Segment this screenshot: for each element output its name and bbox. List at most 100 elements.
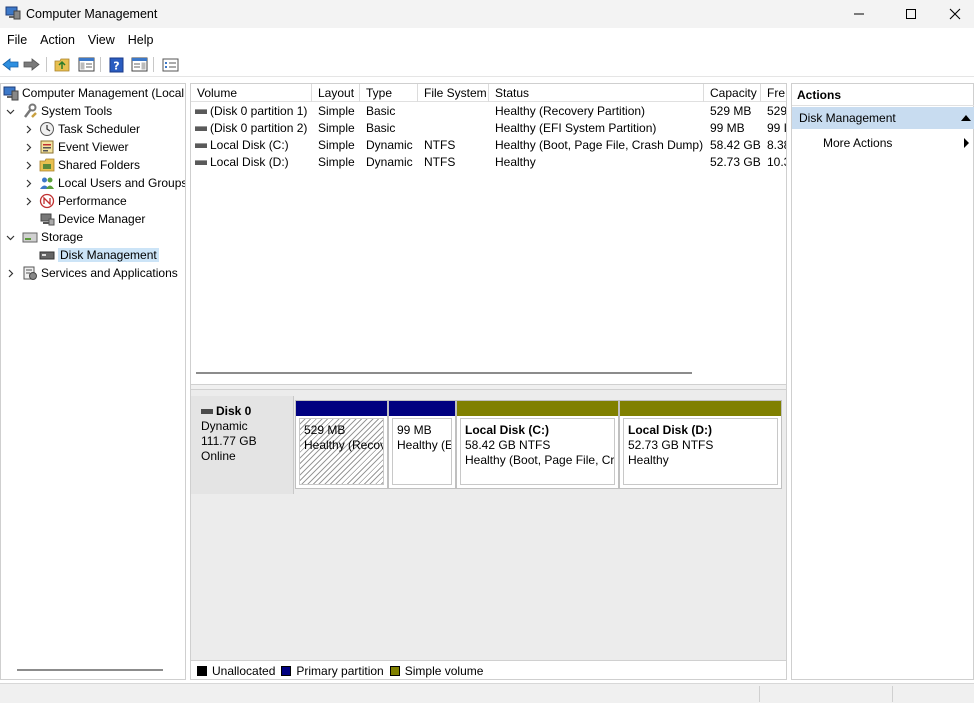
collapse-chevron-icon[interactable] (23, 160, 33, 170)
column-header-status[interactable]: Status (489, 84, 704, 102)
cell-capacity: 58.42 GB (710, 138, 761, 152)
tools-icon (22, 103, 38, 119)
volume-icon (195, 159, 207, 165)
menu-help[interactable]: Help (121, 29, 160, 51)
partition-size: 58.42 GB NTFS (465, 438, 551, 452)
column-header-capacity[interactable]: Capacity (704, 84, 761, 102)
users-icon (39, 175, 55, 191)
column-header-layout[interactable]: Layout (312, 84, 360, 102)
column-header-free-space[interactable]: Fre (761, 84, 786, 102)
cell-layout: Simple (318, 155, 355, 169)
cell-layout: Simple (318, 138, 355, 152)
cell-free-space: 10.3 (767, 155, 786, 169)
tree-item-label: Local Users and Groups (58, 176, 186, 190)
cell-capacity: 99 MB (710, 121, 745, 135)
cell-type: Basic (366, 121, 396, 135)
tree-item-label: Storage (41, 230, 84, 244)
tree-item-shared-folders[interactable]: Shared Folders (23, 156, 140, 174)
performance-icon (39, 193, 55, 209)
forward-arrow-icon (23, 58, 40, 71)
tree-item-system-tools[interactable]: System Tools (5, 102, 112, 120)
table-row[interactable]: (Disk 0 partition 2) Simple Basic Health… (191, 120, 786, 137)
menu-action[interactable]: Action (33, 29, 81, 51)
expand-chevron-icon[interactable] (5, 106, 15, 116)
up-level-button[interactable] (53, 56, 71, 73)
toolbar-separator (46, 57, 47, 72)
table-row[interactable]: Local Disk (D:) Simple Dynamic NTFS Heal… (191, 154, 786, 171)
partition-recovery[interactable]: 529 MB Healthy (Recov (295, 400, 388, 489)
column-header-file-system[interactable]: File System (418, 84, 489, 102)
cell-status: Healthy (Recovery Partition) (495, 104, 646, 118)
collapse-up-icon[interactable] (961, 115, 971, 121)
legend-swatch (389, 666, 400, 676)
menu-view[interactable]: View (81, 29, 121, 51)
cell-file-system: NTFS (424, 138, 456, 152)
tree-item-device-manager[interactable]: Device Manager (23, 210, 145, 228)
partition-color-band (296, 401, 387, 416)
tree-item-local-users-and-groups[interactable]: Local Users and Groups (23, 174, 186, 192)
table-row[interactable]: Local Disk (C:) Simple Dynamic NTFS Heal… (191, 137, 786, 154)
tree-item-services-and-applications[interactable]: Services and Applications (5, 264, 178, 282)
more-actions-item[interactable]: More Actions (792, 132, 974, 154)
menu-file[interactable]: File (0, 29, 33, 51)
cell-volume: Local Disk (D:) (210, 155, 289, 169)
expand-chevron-icon[interactable] (5, 232, 15, 242)
computer-management-icon (5, 6, 21, 20)
disk-type: Dynamic (201, 419, 248, 433)
disk-legend: Unallocated Primary partition Simple vol… (191, 660, 786, 679)
forward-button[interactable] (22, 56, 40, 73)
properties-button[interactable] (161, 56, 179, 73)
column-header-type[interactable]: Type (360, 84, 418, 102)
disk-0-label[interactable]: Disk 0 Dynamic 111.77 GB Online (191, 396, 294, 494)
cell-capacity: 52.73 GB (710, 155, 761, 169)
partition-status: Healthy (Recov (304, 438, 384, 452)
properties-icon (162, 58, 178, 71)
cell-type: Dynamic (366, 155, 413, 169)
help-button[interactable]: ? (107, 56, 125, 73)
legend-swatch (197, 666, 207, 676)
legend-label: Unallocated (212, 664, 276, 678)
disk-management-icon (39, 247, 55, 263)
cell-volume: (Disk 0 partition 2) (210, 121, 308, 135)
table-row[interactable]: (Disk 0 partition 1) Simple Basic Health… (191, 103, 786, 120)
volume-list-horizontal-scrollbar[interactable] (196, 372, 692, 374)
tree-item-disk-management[interactable]: Disk Management (23, 246, 159, 264)
partition-efi[interactable]: 99 MB Healthy (E (388, 400, 456, 489)
partition-color-band (389, 401, 455, 416)
clock-icon (39, 121, 55, 137)
back-button[interactable] (1, 56, 19, 73)
minimize-button[interactable] (836, 0, 882, 28)
show-hide-action-pane-button[interactable] (130, 56, 148, 73)
tree-horizontal-scrollbar[interactable] (17, 669, 163, 671)
tree-item-event-viewer[interactable]: Event Viewer (23, 138, 128, 156)
collapse-chevron-icon[interactable] (23, 142, 33, 152)
tree-item-task-scheduler[interactable]: Task Scheduler (23, 120, 140, 138)
close-button[interactable] (932, 0, 974, 28)
partition-status: Healthy (Boot, Page File, Cra (465, 453, 615, 467)
menu-bar: File Action View Help (0, 29, 974, 51)
column-header-volume[interactable]: Volume (191, 84, 312, 102)
volume-icon (195, 142, 207, 148)
collapse-chevron-icon[interactable] (5, 268, 15, 278)
partition-local-disk-d[interactable]: Local Disk (D:) 52.73 GB NTFS Healthy (619, 400, 782, 489)
collapse-chevron-icon[interactable] (23, 196, 33, 206)
collapse-chevron-icon[interactable] (23, 124, 33, 134)
tree-item-label: Shared Folders (58, 158, 141, 172)
maximize-button[interactable] (888, 0, 934, 28)
tree-item-label: System Tools (41, 104, 113, 118)
partition-local-disk-c[interactable]: Local Disk (C:) 58.42 GB NTFS Healthy (B… (456, 400, 619, 489)
show-hide-tree-button[interactable] (77, 56, 95, 73)
actions-section-disk-management[interactable]: Disk Management (792, 107, 974, 129)
collapse-chevron-icon[interactable] (23, 178, 33, 188)
no-expander (23, 250, 33, 260)
partition-status: Healthy (628, 453, 669, 467)
cell-status: Healthy (EFI System Partition) (495, 121, 657, 135)
cell-type: Dynamic (366, 138, 413, 152)
cell-layout: Simple (318, 104, 355, 118)
disk-icon (201, 409, 213, 415)
partition-name: Local Disk (C:) (465, 423, 550, 437)
tree-item-performance[interactable]: Performance (23, 192, 127, 210)
tree-item-computer-management[interactable]: Computer Management (Local (3, 84, 184, 102)
toolbar-separator (100, 57, 101, 72)
tree-item-storage[interactable]: Storage (5, 228, 83, 246)
